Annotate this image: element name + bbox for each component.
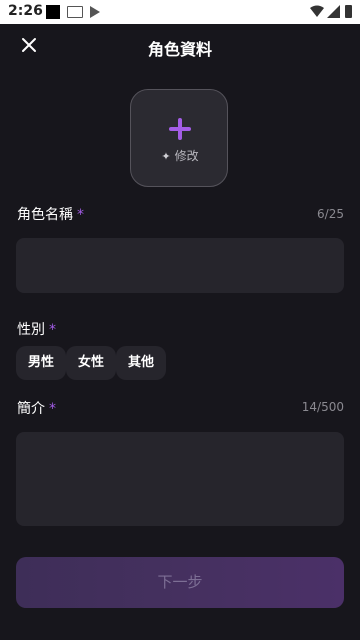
gender-option-male[interactable]: 男性 (16, 346, 67, 380)
gender-label-text: 性別 (17, 322, 45, 338)
avatar-edit-label: 修改 (174, 149, 199, 163)
play-store-icon (90, 6, 100, 18)
keyboard-icon (67, 6, 83, 18)
status-time: 2:26 (8, 3, 43, 19)
gender-option-other[interactable]: 其他 (116, 346, 167, 380)
name-label: 角色名稱 * (17, 204, 84, 224)
name-input[interactable] (16, 238, 344, 293)
intro-label: 簡介 * (17, 398, 56, 418)
intro-counter: 14/500 (301, 400, 344, 414)
name-counter: 6/25 (317, 207, 344, 221)
intro-label-text: 簡介 (17, 401, 45, 417)
status-bar: 2:26 (0, 0, 360, 24)
header: 角色資料 (0, 24, 360, 68)
notification-icon (46, 5, 60, 19)
avatar-upload-button[interactable]: ✦ 修改 (130, 89, 228, 187)
sparkle-icon: ✦ (161, 150, 171, 163)
signal-icon (327, 5, 340, 18)
required-mark: * (49, 401, 56, 417)
required-mark: * (49, 322, 56, 338)
page-title: 角色資料 (147, 40, 212, 59)
name-label-text: 角色名稱 (17, 207, 73, 223)
gender-label: 性別 * (17, 319, 56, 339)
intro-textarea[interactable] (16, 432, 344, 526)
plus-icon (169, 118, 191, 140)
gender-option-female[interactable]: 女性 (66, 346, 117, 380)
required-mark: * (77, 207, 84, 223)
battery-icon (345, 5, 352, 18)
next-button[interactable]: 下一步 (16, 557, 344, 608)
wifi-icon (310, 5, 324, 17)
avatar-edit-row: ✦ 修改 (131, 147, 229, 164)
